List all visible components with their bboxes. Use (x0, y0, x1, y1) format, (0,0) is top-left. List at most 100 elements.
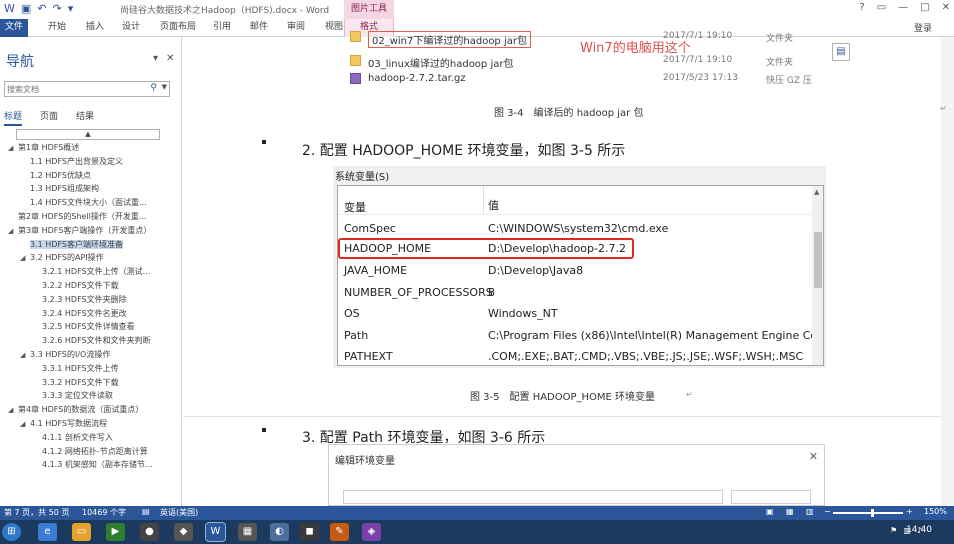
bullet-marker (262, 140, 266, 144)
print-layout-icon[interactable]: ▦ (786, 507, 794, 516)
word-taskbar-icon[interactable]: W (205, 522, 226, 542)
collapse-triangle-icon[interactable]: ◢ (8, 404, 18, 417)
scroll-up-icon[interactable]: ▲ (814, 188, 819, 196)
nav-heading-item[interactable]: 3.2.4 HDFS文件名更改 (0, 307, 182, 321)
collapse-triangle-icon[interactable]: ◢ (20, 418, 30, 431)
help-icon[interactable]: ? (859, 2, 864, 13)
app5-icon[interactable]: ◼ (300, 523, 319, 541)
language[interactable]: 英语(美国) (160, 507, 198, 518)
nav-heading-item[interactable]: ◢ 3.2 HDFS的API操作 (0, 251, 182, 265)
scroll-thumb[interactable] (814, 232, 822, 288)
tab-mailings[interactable]: 邮件 (250, 19, 268, 37)
maximize-icon[interactable]: □ (920, 2, 929, 13)
collapse-triangle-icon[interactable]: ◢ (20, 349, 30, 362)
tab-review[interactable]: 审阅 (287, 19, 305, 37)
table-scrollbar[interactable]: ▲ (812, 186, 823, 365)
app-icon[interactable]: ● (140, 523, 159, 541)
read-mode-icon[interactable]: ▣ (766, 507, 774, 516)
start-icon[interactable]: ⊞ (2, 523, 21, 541)
nav-options-icon[interactable]: ▾ (153, 53, 158, 64)
nav-heading-label: 3.3 HDFS的I/O流操作 (30, 349, 111, 359)
web-layout-icon[interactable]: ▥ (806, 507, 814, 516)
nav-heading-item[interactable]: 3.2.2 HDFS文件下载 (0, 279, 182, 293)
sign-in-link[interactable]: 登录 (914, 21, 932, 34)
close-icon[interactable]: ✕ (942, 2, 950, 13)
layout-options-icon[interactable]: ▤ (832, 43, 850, 61)
search-dropdown-icon[interactable]: ▼ (162, 83, 167, 91)
search-icon[interactable]: ⚲ (150, 83, 157, 93)
file-type: 快压 GZ 压 (766, 76, 812, 86)
redo-icon[interactable]: ↷ (53, 2, 62, 16)
collapse-triangle-icon[interactable]: ◢ (20, 252, 30, 265)
var-name: OS (344, 307, 360, 320)
ribbon-display-icon[interactable]: ▭ (877, 2, 886, 13)
tray-flag-icon[interactable]: ⚑ (890, 526, 897, 535)
proofing-icon[interactable]: ▤ (142, 507, 150, 516)
zoom-level[interactable]: 150% (924, 507, 947, 516)
app3-icon[interactable]: ▦ (238, 523, 257, 541)
edit-env-dialog-image[interactable]: 编辑环境变量 ✕ (328, 444, 825, 506)
ie-icon[interactable]: e (38, 523, 57, 541)
page-count[interactable]: 第 7 页，共 50 页 (4, 507, 69, 518)
nav-heading-item[interactable]: 3.2.6 HDFS文件和文件夹判断 (0, 334, 182, 348)
app6-icon[interactable]: ✎ (330, 523, 349, 541)
app4-icon[interactable]: ◐ (270, 523, 289, 541)
tab-references[interactable]: 引用 (213, 19, 231, 37)
taskbar-clock[interactable]: 14:40 (906, 525, 932, 535)
nav-heading-item[interactable]: 第2章 HDFS的Shell操作（开发重... (0, 210, 182, 224)
app2-icon[interactable]: ◆ (174, 523, 193, 541)
var-name: JAVA_HOME (344, 264, 408, 277)
nav-tab-pages[interactable]: 页面 (40, 109, 58, 126)
nav-heading-label: 4.1.2 网络拓扑-节点距离计算 (42, 446, 148, 456)
nav-heading-item[interactable]: 3.2.5 HDFS文件详情查看 (0, 320, 182, 334)
nav-heading-label: 1.3 HDFS组成架构 (30, 184, 99, 194)
nav-search-input[interactable] (5, 82, 140, 96)
zoom-in-icon[interactable]: + (906, 507, 913, 516)
nav-heading-item[interactable]: 4.1.1 剖析文件写入 (0, 431, 182, 445)
nav-heading-item[interactable]: 4.1.3 机架感知（副本存储节... (0, 458, 182, 472)
zoom-out-icon[interactable]: − (824, 507, 831, 516)
nav-heading-item[interactable]: 1.4 HDFS文件块大小（面试重... (0, 196, 182, 210)
tab-design[interactable]: 设计 (122, 19, 140, 37)
tab-view[interactable]: 视图 (325, 19, 343, 37)
explorer-icon[interactable]: ▭ (72, 523, 91, 541)
nav-heading-item[interactable]: ◢ 第3章 HDFS客户端操作（开发重点） (0, 224, 182, 238)
zoom-slider-knob[interactable] (871, 509, 875, 517)
var-value: .COM;.EXE;.BAT;.CMD;.VBS;.VBE;.JS;.JSE;.… (488, 350, 804, 363)
save-icon[interactable]: ▣ (21, 2, 31, 16)
nav-heading-item[interactable]: 3.3.3 定位文件读取 (0, 389, 182, 403)
var-name: HADOOP_HOME (344, 242, 432, 255)
nav-heading-item[interactable]: ◢ 4.1 HDFS写数据流程 (0, 417, 182, 431)
tab-insert[interactable]: 插入 (86, 19, 104, 37)
nav-heading-item[interactable]: 3.3.2 HDFS文件下载 (0, 376, 182, 390)
nav-heading-item[interactable]: 1.3 HDFS组成架构 (0, 182, 182, 196)
collapse-triangle-icon[interactable]: ◢ (8, 225, 18, 238)
tab-layout[interactable]: 页面布局 (160, 19, 196, 37)
minimize-icon[interactable]: — (898, 2, 908, 13)
nav-heading-item[interactable]: 3.1 HDFS客户端环境准备 (0, 238, 182, 252)
zoom-slider[interactable] (833, 512, 903, 514)
undo-icon[interactable]: ↶ (37, 2, 46, 16)
nav-close-icon[interactable]: ✕ (166, 53, 174, 64)
customize-icon[interactable]: ▾ (68, 2, 74, 16)
nav-tab-headings[interactable]: 标题 (4, 109, 23, 126)
nav-tab-results[interactable]: 结果 (76, 109, 94, 126)
media-icon[interactable]: ▶ (106, 523, 125, 541)
nav-scroll-up-button[interactable]: ▲ (16, 129, 160, 140)
word-count[interactable]: 10469 个字 (82, 507, 126, 518)
nav-heading-item[interactable]: 3.2.1 HDFS文件上传（测试... (0, 265, 182, 279)
nav-heading-item[interactable]: 4.1.2 网络拓扑-节点距离计算 (0, 445, 182, 459)
paragraph-mark: ↵ (686, 390, 693, 399)
nav-heading-item[interactable]: ◢ 3.3 HDFS的I/O流操作 (0, 348, 182, 362)
nav-heading-item[interactable]: 1.2 HDFS优缺点 (0, 169, 182, 183)
tab-home[interactable]: 开始 (48, 19, 66, 37)
nav-heading-item[interactable]: ◢ 第4章 HDFS的数据流（面试重点） (0, 403, 182, 417)
tab-file[interactable]: 文件 (0, 19, 28, 37)
nav-heading-item[interactable]: 1.1 HDFS产出背景及定义 (0, 155, 182, 169)
nav-heading-item[interactable]: 3.2.3 HDFS文件夹删除 (0, 293, 182, 307)
nav-heading-item[interactable]: 3.3.1 HDFS文件上传 (0, 362, 182, 376)
system-variables-image[interactable]: 系统变量(S) 变量 值 ComSpec C:\WINDOWS\system32… (333, 166, 826, 368)
nav-heading-item[interactable]: ◢ 第1章 HDFS概述 (0, 141, 182, 155)
collapse-triangle-icon[interactable]: ◢ (8, 142, 18, 155)
app7-icon[interactable]: ◈ (362, 523, 381, 541)
